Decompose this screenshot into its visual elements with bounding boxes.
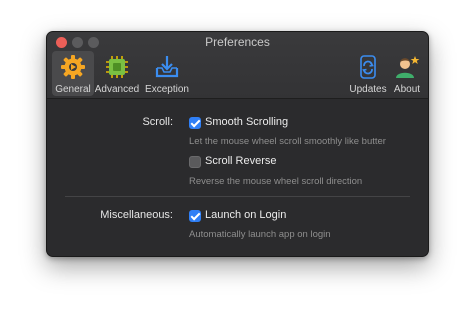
user-star-icon (393, 53, 421, 81)
tab-general-label: General (55, 84, 91, 95)
scroll-reverse-checkbox[interactable] (189, 156, 201, 168)
misc-section-label: Miscellaneous: (100, 209, 173, 221)
preferences-window: Preferences General Advanced Exception U… (46, 31, 429, 257)
tab-about-label: About (393, 84, 421, 95)
launch-on-login-checkbox[interactable] (189, 210, 201, 222)
window-title: Preferences (205, 35, 270, 49)
gear-icon (59, 53, 87, 81)
tab-updates[interactable]: Updates (348, 51, 388, 96)
tab-updates-label: Updates (349, 84, 387, 95)
scroll-reverse-hint: Reverse the mouse wheel scroll direction (189, 176, 363, 187)
smooth-scrolling-hint: Let the mouse wheel scroll smoothly like… (189, 136, 386, 147)
section-divider (65, 196, 410, 197)
smooth-scrolling-checkbox[interactable] (189, 117, 201, 129)
chip-icon (103, 53, 131, 81)
tab-exception[interactable]: Exception (142, 51, 192, 96)
tab-advanced[interactable]: Advanced (94, 51, 140, 96)
tab-about[interactable]: About (390, 51, 424, 96)
launch-on-login-hint: Automatically launch app on login (189, 229, 331, 240)
refresh-icon (354, 53, 382, 81)
tab-general[interactable]: General (52, 51, 94, 96)
tab-exception-label: Exception (145, 84, 189, 95)
scroll-reverse-label[interactable]: Scroll Reverse (205, 155, 277, 167)
launch-on-login-label[interactable]: Launch on Login (205, 209, 286, 221)
title-bar: Preferences General Advanced Exception U… (47, 32, 428, 99)
scroll-section-label: Scroll: (142, 116, 173, 128)
preferences-content: Scroll: Smooth Scrolling Let the mouse w… (47, 99, 428, 256)
download-tray-icon (153, 53, 181, 81)
smooth-scrolling-label[interactable]: Smooth Scrolling (205, 116, 288, 128)
tab-advanced-label: Advanced (94, 84, 140, 95)
